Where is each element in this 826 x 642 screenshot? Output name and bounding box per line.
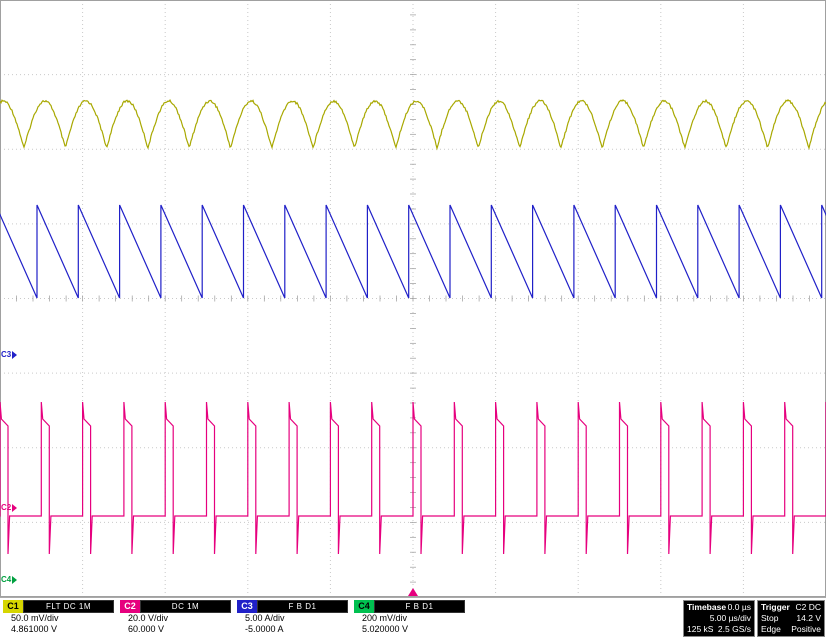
channel-zero-marker-c3[interactable]: C3: [1, 350, 18, 360]
channel-header-c3: C3 F B D1: [237, 600, 348, 613]
channel-descriptor-c4[interactable]: C4 F B D1 200 mV/div 5.020000 V: [354, 600, 465, 636]
marker-arrow-icon: [12, 351, 18, 359]
timebase-label: Timebase: [687, 602, 727, 612]
channel-header-c1: C1 FLT DC 1M: [3, 600, 114, 613]
status-bar: C1 FLT DC 1M 50.0 mV/div 4.861000 V C2 D…: [0, 597, 826, 642]
channel-header-c4: C4 F B D1: [354, 600, 465, 613]
channel-scale-c4: 200 mV/div: [362, 613, 408, 623]
timebase-panel[interactable]: Timebase 0.0 µs 5.00 µs/div 125 kS 2.5 G…: [683, 600, 755, 637]
trigger-panel[interactable]: Trigger C2 DC Stop 14.2 V Edge Positive: [757, 600, 825, 637]
marker-arrow-icon: [12, 576, 18, 584]
channel-zero-marker-c2[interactable]: C2: [1, 503, 18, 513]
trigger-slope: Positive: [791, 624, 821, 634]
waveform-display-area: C3 C2 C4: [0, 0, 826, 597]
channel-scale-c3: 5.00 A/div: [245, 613, 285, 623]
channel-descriptor-c2[interactable]: C2 DC 1M 20.0 V/div 60.000 V: [120, 600, 231, 636]
channel-scale-c2: 20.0 V/div: [128, 613, 169, 623]
channel-coupling-c4[interactable]: F B D1: [374, 600, 465, 613]
channel-coupling-c1[interactable]: FLT DC 1M: [23, 600, 114, 613]
trigger-mode: Stop: [761, 613, 779, 623]
channel-offset-c3: -5.0000 A: [245, 624, 284, 634]
marker-arrow-icon: [12, 504, 18, 512]
channel-offset-c1: 4.861000 V: [11, 624, 58, 634]
timebase-sample-rate: 2.5 GS/s: [717, 624, 751, 634]
channel-offset-c4: 5.020000 V: [362, 624, 409, 634]
trigger-type: Edge: [761, 624, 781, 634]
timebase-position: 0.0 µs: [727, 602, 751, 612]
timebase-scale: 5.00 µs/div: [709, 613, 751, 623]
timebase-record-length: 125 kS: [687, 624, 714, 634]
marker-label: C4: [1, 575, 12, 584]
marker-label: C3: [1, 350, 12, 359]
channel-coupling-c3[interactable]: F B D1: [257, 600, 348, 613]
channel-tab-c3[interactable]: C3: [237, 600, 257, 613]
trigger-source: C2 DC: [795, 602, 821, 612]
waveform-plot: [0, 0, 826, 597]
trigger-time-marker-icon[interactable]: [408, 588, 418, 596]
trace-c2: [0, 401, 826, 555]
channel-offset-c2: 60.000 V: [128, 624, 165, 634]
channel-descriptor-c3[interactable]: C3 F B D1 5.00 A/div -5.0000 A: [237, 600, 348, 636]
channel-coupling-c2[interactable]: DC 1M: [140, 600, 231, 613]
channel-descriptor-c1[interactable]: C1 FLT DC 1M 50.0 mV/div 4.861000 V: [3, 600, 114, 636]
channel-tab-c1[interactable]: C1: [3, 600, 23, 613]
trigger-label: Trigger: [761, 602, 790, 612]
trigger-level: 14.2 V: [796, 613, 821, 623]
channel-zero-marker-c4[interactable]: C4: [1, 575, 18, 585]
oscilloscope-screen: C3 C2 C4 C1 FLT DC 1M 50.0 mV/div 4.8610…: [0, 0, 826, 642]
channel-header-c2: C2 DC 1M: [120, 600, 231, 613]
channel-scale-c1: 50.0 mV/div: [11, 613, 59, 623]
marker-label: C2: [1, 503, 12, 512]
channel-tab-c4[interactable]: C4: [354, 600, 374, 613]
channel-tab-c2[interactable]: C2: [120, 600, 140, 613]
